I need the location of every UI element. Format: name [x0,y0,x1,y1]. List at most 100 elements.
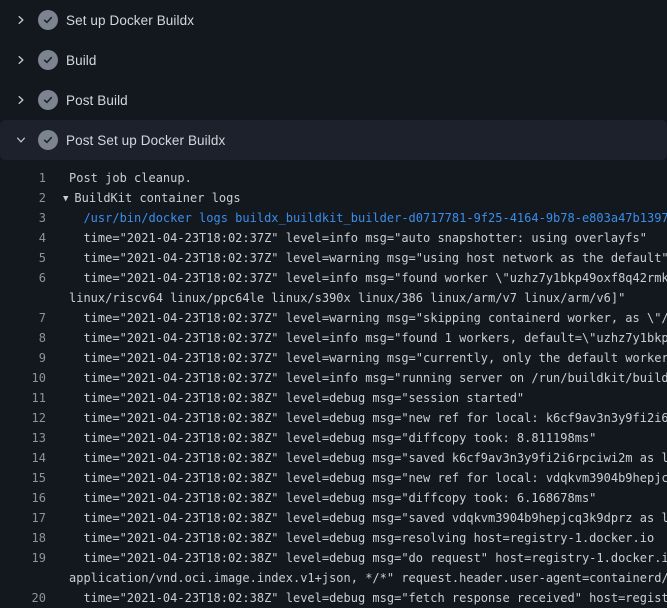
step-header[interactable]: Post Build [0,80,667,120]
check-circle-icon [38,50,58,70]
log-line-text: /usr/bin/docker logs buildx_buildkit_bui… [69,211,667,225]
log-line-content: time="2021-04-23T18:02:38Z" level=debug … [46,428,667,448]
log-line-number[interactable]: 7 [0,308,46,328]
log-line: 20 time="2021-04-23T18:02:38Z" level=deb… [0,588,667,608]
log-line-number[interactable]: 13 [0,428,46,448]
log-line-content: Post job cleanup. [46,168,667,188]
log-line: 8 time="2021-04-23T18:02:37Z" level=info… [0,328,667,348]
log-line-text: time="2021-04-23T18:02:37Z" level=warnin… [69,251,667,265]
log-line-number[interactable]: 12 [0,408,46,428]
log-line: 6 time="2021-04-23T18:02:37Z" level=info… [0,268,667,288]
log-line-text: time="2021-04-23T18:02:38Z" level=debug … [69,511,667,525]
chevron-right-icon[interactable] [14,92,28,108]
log-line-text: time="2021-04-23T18:02:37Z" level=info m… [69,231,647,245]
log-line-text: time="2021-04-23T18:02:37Z" level=warnin… [69,311,667,325]
log-line-content: time="2021-04-23T18:02:37Z" level=warnin… [46,308,667,328]
log-line-text: BuildKit container logs [74,191,240,205]
actions-log-viewer: Set up Docker Buildx Build [0,0,667,608]
log-lines: 1 Post job cleanup. 2 ▼ BuildKit containe… [0,168,667,608]
log-line-number[interactable]: 1 [0,168,46,188]
log-line-text: time="2021-04-23T18:02:37Z" level=info m… [69,271,667,285]
step-label: Post Build [66,93,128,108]
log-line-content: time="2021-04-23T18:02:38Z" level=debug … [46,388,667,408]
log-line-text: time="2021-04-23T18:02:37Z" level=warnin… [69,351,667,365]
log-line-number[interactable]: 6 [0,268,46,288]
log-line-number[interactable]: 15 [0,468,46,488]
log-line-text: time="2021-04-23T18:02:37Z" level=info m… [69,371,667,385]
log-line-number[interactable]: 9 [0,348,46,368]
log-line-content: /usr/bin/docker logs buildx_buildkit_bui… [46,208,667,228]
log-line-number[interactable]: 8 [0,328,46,348]
log-line-content: time="2021-04-23T18:02:38Z" level=debug … [46,448,667,468]
log-line: 11 time="2021-04-23T18:02:38Z" level=deb… [0,388,667,408]
log-line-text: time="2021-04-23T18:02:38Z" level=debug … [69,391,524,405]
log-line-text: time="2021-04-23T18:02:38Z" level=debug … [69,451,667,465]
log-line-number[interactable]: 14 [0,448,46,468]
log-line: application/vnd.oci.image.index.v1+json,… [0,568,667,588]
log-line-content: time="2021-04-23T18:02:38Z" level=debug … [46,488,667,508]
log-line-text: time="2021-04-23T18:02:38Z" level=debug … [69,491,596,505]
log-line: 2 ▼ BuildKit container logs [0,188,667,208]
log-line-text: application/vnd.oci.image.index.v1+json,… [69,571,667,585]
log-line-text: time="2021-04-23T18:02:38Z" level=debug … [69,411,667,425]
log-line: 9 time="2021-04-23T18:02:37Z" level=warn… [0,348,667,368]
log-line: 1 Post job cleanup. [0,168,667,188]
log-line-number[interactable]: 4 [0,228,46,248]
log-line-number[interactable]: 3 [0,208,46,228]
log-line-text: time="2021-04-23T18:02:38Z" level=debug … [69,471,667,485]
log-line-content: application/vnd.oci.image.index.v1+json,… [46,568,667,588]
log-line-text: time="2021-04-23T18:02:37Z" level=info m… [69,331,667,345]
log-line-number[interactable]: 10 [0,368,46,388]
log-line: linux/riscv64 linux/ppc64le linux/s390x … [0,288,667,308]
log-line-text: time="2021-04-23T18:02:38Z" level=debug … [69,531,654,545]
log-area: 1 Post job cleanup. 2 ▼ BuildKit containe… [0,160,667,608]
log-line-content: time="2021-04-23T18:02:37Z" level=warnin… [46,248,667,268]
log-line-number[interactable]: 18 [0,528,46,548]
log-line-text: linux/riscv64 linux/ppc64le linux/s390x … [69,291,625,305]
log-line-number[interactable]: 16 [0,488,46,508]
log-line-text: Post job cleanup. [69,171,192,185]
log-group-expanded-icon[interactable]: ▼ [63,189,68,208]
log-line-content: time="2021-04-23T18:02:38Z" level=debug … [46,468,667,488]
log-line-number[interactable]: 2 [0,188,46,208]
log-line-content: time="2021-04-23T18:02:38Z" level=debug … [46,528,667,548]
log-line-text: time="2021-04-23T18:02:38Z" level=debug … [69,591,667,605]
steps-list: Set up Docker Buildx Build [0,0,667,160]
log-line-number[interactable] [0,288,46,308]
log-line-content: time="2021-04-23T18:02:38Z" level=debug … [46,588,667,608]
log-line-number[interactable]: 5 [0,248,46,268]
log-line-content: time="2021-04-23T18:02:38Z" level=debug … [46,408,667,428]
step-label: Set up Docker Buildx [66,13,194,28]
log-line: 3 /usr/bin/docker logs buildx_buildkit_b… [0,208,667,228]
check-circle-icon [38,90,58,110]
log-line-number[interactable]: 20 [0,588,46,608]
log-line: 10 time="2021-04-23T18:02:37Z" level=inf… [0,368,667,388]
chevron-right-icon[interactable] [14,52,28,68]
log-line-content: time="2021-04-23T18:02:37Z" level=info m… [46,368,667,388]
log-line: 7 time="2021-04-23T18:02:37Z" level=warn… [0,308,667,328]
step-header[interactable]: Set up Docker Buildx [0,0,667,40]
log-line: 13 time="2021-04-23T18:02:38Z" level=deb… [0,428,667,448]
log-line-content: ▼ BuildKit container logs [46,188,667,208]
log-line: 18 time="2021-04-23T18:02:38Z" level=deb… [0,528,667,548]
log-line-number[interactable] [0,568,46,588]
log-line-text: time="2021-04-23T18:02:38Z" level=debug … [69,431,596,445]
log-line-number[interactable]: 11 [0,388,46,408]
chevron-right-icon[interactable] [14,12,28,28]
chevron-down-icon[interactable] [14,132,28,148]
log-line-content: time="2021-04-23T18:02:38Z" level=debug … [46,508,667,528]
log-line: 19 time="2021-04-23T18:02:38Z" level=deb… [0,548,667,568]
log-line: 4 time="2021-04-23T18:02:37Z" level=info… [0,228,667,248]
step-header[interactable]: Build [0,40,667,80]
log-line-content: linux/riscv64 linux/ppc64le linux/s390x … [46,288,667,308]
log-line: 14 time="2021-04-23T18:02:38Z" level=deb… [0,448,667,468]
check-circle-icon [38,130,58,150]
step-header[interactable]: Post Set up Docker Buildx [0,120,667,160]
log-line: 15 time="2021-04-23T18:02:38Z" level=deb… [0,468,667,488]
log-line-content: time="2021-04-23T18:02:37Z" level=info m… [46,228,667,248]
step-label: Build [66,53,97,68]
log-line-number[interactable]: 19 [0,548,46,568]
log-line-number[interactable]: 17 [0,508,46,528]
log-line-content: time="2021-04-23T18:02:37Z" level=info m… [46,328,667,348]
log-line-text: time="2021-04-23T18:02:38Z" level=debug … [69,551,667,565]
